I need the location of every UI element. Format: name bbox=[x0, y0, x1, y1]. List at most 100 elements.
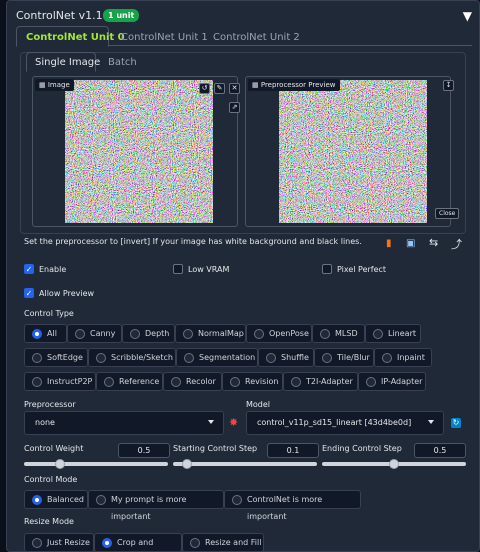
radio-dot bbox=[232, 495, 242, 505]
edit-icon[interactable]: ✎ bbox=[214, 83, 225, 94]
radio-dot bbox=[230, 377, 240, 387]
radio-dot bbox=[320, 329, 330, 339]
radio-dot bbox=[171, 377, 181, 387]
radio-dot bbox=[32, 377, 42, 387]
undo-icon[interactable]: ↺ bbox=[199, 83, 210, 94]
download-icon[interactable]: ↧ bbox=[443, 80, 454, 91]
starting-step-slider[interactable] bbox=[173, 462, 317, 466]
control-weight-input[interactable]: 0.5 bbox=[118, 443, 170, 458]
radio-dot bbox=[32, 353, 42, 363]
radio-dot bbox=[32, 495, 42, 505]
chevron-down-icon bbox=[428, 420, 434, 424]
preprocessor-dropdown[interactable]: none bbox=[24, 411, 224, 435]
clear-icon[interactable]: ✕ bbox=[229, 83, 240, 94]
control-type-canny[interactable]: Canny bbox=[67, 324, 122, 343]
radio-dot bbox=[96, 353, 106, 363]
radio-dot bbox=[382, 353, 392, 363]
radio-dot bbox=[366, 377, 376, 387]
enable-checkbox[interactable]: ✓ bbox=[24, 264, 34, 274]
control-type-normalmap[interactable]: NormalMap bbox=[175, 324, 246, 343]
ending-step-label: Ending Control Step bbox=[322, 444, 402, 453]
radio-dot bbox=[373, 329, 383, 339]
radio-dot bbox=[102, 538, 112, 548]
radio-dot bbox=[266, 353, 276, 363]
resize-mode-resize-and-fill[interactable]: Resize and Fill bbox=[182, 533, 264, 552]
resize-mode-crop-and-resize[interactable]: Crop and Resize bbox=[94, 533, 182, 552]
control-type-openpose[interactable]: OpenPose bbox=[246, 324, 312, 343]
preview-close-button[interactable]: Close bbox=[435, 208, 460, 219]
tab-unit-2[interactable]: ControlNet Unit 2 bbox=[213, 30, 300, 45]
control-type-mlsd[interactable]: MLSD bbox=[312, 324, 365, 343]
ending-step-input[interactable]: 0.5 bbox=[414, 443, 466, 458]
camera-icon[interactable]: ▣ bbox=[406, 238, 415, 249]
collapse-triangle-icon[interactable]: ▼ bbox=[463, 9, 472, 23]
pixel-perfect-checkbox[interactable] bbox=[322, 264, 332, 274]
send-icon[interactable]: ⤴ bbox=[451, 236, 462, 252]
control-type-recolor[interactable]: Recolor bbox=[163, 372, 222, 391]
allow-preview-label: Allow Preview bbox=[39, 289, 95, 298]
control-type-segmentation[interactable]: Segmentation bbox=[176, 348, 258, 367]
control-mode-controlnet[interactable]: ControlNet is more important bbox=[224, 490, 361, 521]
radio-dot bbox=[183, 329, 193, 339]
radio-dot bbox=[75, 329, 85, 339]
control-type-depth[interactable]: Depth bbox=[122, 324, 175, 343]
control-weight-thumb[interactable] bbox=[55, 459, 65, 469]
tab-single-image[interactable]: Single Image bbox=[35, 57, 100, 68]
resize-mode-just-resize[interactable]: Just Resize bbox=[24, 533, 94, 552]
unit-count-badge: 1 unit bbox=[103, 9, 140, 22]
send-dimensions-icon[interactable]: ⇗ bbox=[229, 102, 240, 113]
control-type-scribble[interactable]: Scribble/Sketch bbox=[88, 348, 176, 367]
ending-step-thumb[interactable] bbox=[389, 459, 399, 469]
low-vram-checkbox[interactable] bbox=[173, 264, 183, 274]
allow-preview-checkbox[interactable]: ✓ bbox=[24, 288, 34, 298]
tab-batch[interactable]: Batch bbox=[108, 57, 137, 68]
model-label: Model bbox=[246, 400, 271, 409]
preprocessor-hint: Set the preprocessor to [invert] If your… bbox=[24, 237, 362, 246]
control-weight-slider[interactable] bbox=[24, 462, 168, 466]
image-label: ▦ Image bbox=[35, 79, 74, 91]
control-type-label: Control Type bbox=[24, 309, 74, 318]
starting-step-input[interactable]: 0.1 bbox=[267, 443, 319, 458]
chevron-down-icon bbox=[208, 420, 214, 424]
control-mode-balanced[interactable]: Balanced bbox=[24, 490, 88, 509]
tab-unit-0[interactable]: ControlNet Unit 0 bbox=[26, 30, 125, 45]
control-type-lineart[interactable]: Lineart bbox=[365, 324, 421, 343]
control-type-tile-blur[interactable]: Tile/Blur bbox=[314, 348, 374, 367]
resize-mode-label: Resize Mode bbox=[24, 517, 74, 526]
control-type-inpaint[interactable]: Inpaint bbox=[374, 348, 432, 367]
pixel-perfect-label: Pixel Perfect bbox=[337, 265, 387, 274]
starting-step-label: Starting Control Step bbox=[173, 444, 258, 453]
image-icon: ▦ bbox=[39, 81, 46, 89]
control-type-ip-adapter[interactable]: IP-Adapter bbox=[358, 372, 426, 391]
tab-unit-1[interactable]: ControlNet Unit 1 bbox=[121, 30, 208, 45]
preview-image bbox=[279, 80, 427, 223]
input-image bbox=[65, 80, 213, 223]
radio-dot bbox=[130, 329, 140, 339]
control-mode-label: Control Mode bbox=[24, 475, 78, 484]
control-type-revision[interactable]: Revision bbox=[222, 372, 283, 391]
enable-label: Enable bbox=[39, 265, 67, 274]
radio-dot bbox=[291, 377, 301, 387]
document-icon[interactable]: ▮ bbox=[386, 238, 392, 249]
preprocessor-label: Preprocessor bbox=[24, 400, 76, 409]
radio-dot bbox=[184, 353, 194, 363]
control-type-softedge[interactable]: SoftEdge bbox=[24, 348, 88, 367]
radio-dot bbox=[322, 353, 332, 363]
radio-dot bbox=[254, 329, 264, 339]
refresh-models-icon[interactable]: ↻ bbox=[451, 418, 461, 428]
control-type-t2i-adapter[interactable]: T2I-Adapter bbox=[283, 372, 358, 391]
run-preprocessor-icon[interactable]: ✸ bbox=[229, 416, 238, 429]
preview-label: ▦ Preprocessor Preview bbox=[248, 79, 340, 91]
control-mode-prompt[interactable]: My prompt is more important bbox=[88, 490, 224, 521]
control-type-instructp2p[interactable]: InstructP2P bbox=[24, 372, 96, 391]
radio-dot bbox=[96, 495, 106, 505]
control-type-shuffle[interactable]: Shuffle bbox=[258, 348, 314, 367]
control-type-all[interactable]: All bbox=[24, 324, 67, 343]
radio-dot bbox=[32, 329, 42, 339]
control-type-reference[interactable]: Reference bbox=[96, 372, 163, 391]
swap-icon[interactable]: ⇆ bbox=[429, 236, 438, 249]
radio-dot bbox=[190, 538, 200, 548]
low-vram-label: Low VRAM bbox=[188, 265, 230, 274]
image-icon: ▦ bbox=[252, 81, 259, 89]
model-dropdown[interactable]: control_v11p_sd15_lineart [43d4be0d] bbox=[246, 411, 444, 435]
